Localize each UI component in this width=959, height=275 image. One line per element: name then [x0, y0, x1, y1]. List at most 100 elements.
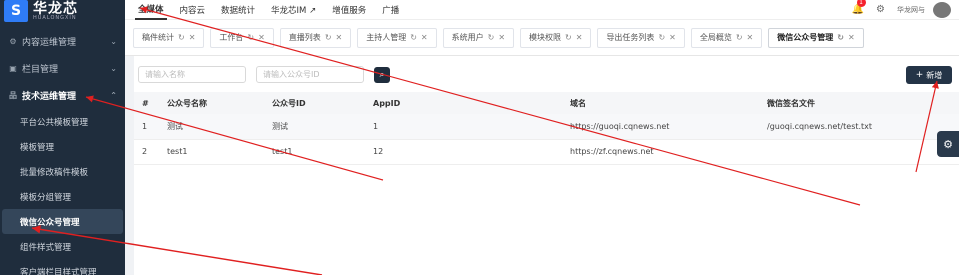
add-button-label: 新增	[926, 70, 943, 80]
brand-logo[interactable]: S 华龙芯 HUALONGXIN	[0, 0, 125, 22]
sidebar-item-template-group[interactable]: 模板分组管理	[0, 184, 125, 209]
top-nav: 全媒体 内容云 数据统计 华龙芯IM ↗ 增值服务 广播 🔔 1 ⚙ 华龙网与	[125, 0, 959, 20]
sidebar-item-template[interactable]: 模板管理	[0, 134, 125, 159]
col-account-name: 公众号名称	[159, 92, 264, 114]
nav-im[interactable]: 华龙芯IM ↗	[268, 0, 319, 20]
tab-manuscript-stats[interactable]: 稿件统计 ↻ ✕	[133, 27, 205, 48]
nav-value-added[interactable]: 增值服务	[329, 0, 369, 20]
sidebar-item-platform-template[interactable]: 平台公共模板管理	[0, 109, 125, 134]
sidebar-menu-label: 内容运维管理	[22, 38, 77, 48]
tab-workbench[interactable]: 工作台 ↻ ✕	[210, 27, 274, 48]
sidebar: S 华龙芯 HUALONGXIN ⚙ 内容运维管理 ⌄ ▣ 栏目管理 ⌄ 品 技…	[0, 0, 125, 275]
close-icon[interactable]: ✕	[336, 33, 343, 42]
table-row[interactable]: 1 测试 测试 1 https://guoqi.cqnews.net /guoq…	[134, 114, 959, 140]
nav-broadcast[interactable]: 广播	[379, 0, 402, 20]
grid-icon: ▣	[9, 64, 17, 73]
tab-module-permissions[interactable]: 模块权限 ↻ ✕	[520, 27, 592, 48]
tree-icon: 品	[9, 91, 17, 100]
tab-label: 稿件统计	[142, 33, 174, 42]
refresh-icon[interactable]: ↻	[178, 33, 185, 42]
refresh-icon[interactable]: ↻	[325, 33, 332, 42]
close-icon[interactable]: ✕	[747, 33, 754, 42]
sidebar-menu-label: 技术运维管理	[22, 92, 77, 102]
brand-name: 华龙芯	[33, 0, 78, 17]
search-row: ⌕	[138, 66, 390, 83]
user-name[interactable]: 华龙网与	[897, 5, 925, 15]
id-search-input[interactable]	[256, 66, 364, 83]
table-header-row: # 公众号名称 公众号ID AppID 域名 微信签名文件	[134, 92, 959, 114]
sidebar-menu-columns[interactable]: ▣ 栏目管理 ⌄	[0, 55, 125, 82]
cell-appid: 12	[365, 139, 562, 165]
plus-icon: +	[915, 70, 924, 80]
tab-bar: 稿件统计 ↻ ✕ 工作台 ↻ ✕ 直播列表 ↻ ✕ 主持人管理 ↻ ✕ 系统用户 ↻ ✕ 模块权限 ↻…	[125, 20, 959, 56]
add-button[interactable]: + 新增	[906, 66, 952, 84]
refresh-icon[interactable]: ↻	[658, 33, 665, 42]
refresh-icon[interactable]: ↻	[837, 33, 844, 42]
close-icon[interactable]: ✕	[189, 33, 196, 42]
tab-label: 微信公众号管理	[777, 33, 834, 42]
nav-content-cloud[interactable]: 内容云	[177, 0, 209, 20]
logo-icon: S	[4, 0, 28, 22]
tab-label: 工作台	[219, 33, 244, 42]
avatar[interactable]	[933, 1, 951, 18]
tab-label: 全局概览	[699, 33, 732, 42]
sidebar-menu-label: 栏目管理	[22, 65, 59, 75]
sidebar-item-wechat[interactable]: 微信公众号管理	[2, 209, 123, 234]
search-icon: ⌕	[379, 69, 385, 80]
main-content: ⌕ +新增 # 公众号名称 公众号ID AppID 域名 微信签名文件 1 测试…	[134, 56, 959, 275]
chevron-down-icon: ⌄	[110, 37, 117, 46]
close-icon[interactable]: ✕	[421, 33, 428, 42]
close-icon[interactable]: ✕	[576, 33, 583, 42]
tab-live-list[interactable]: 直播列表 ↻ ✕	[279, 27, 352, 48]
settings-icon[interactable]: ⚙	[876, 4, 885, 15]
tab-label: 模块权限	[529, 33, 562, 42]
cell-account-name: test1	[159, 139, 264, 165]
refresh-icon[interactable]: ↻	[488, 33, 495, 42]
sidebar-menu-content-ops[interactable]: ⚙ 内容运维管理 ⌄	[0, 28, 125, 55]
col-appid: AppID	[365, 92, 562, 114]
sidebar-item-batch-edit[interactable]: 批量修改稿件模板	[0, 159, 125, 184]
sidebar-item-client-column-style[interactable]: 客户端栏目样式管理	[0, 259, 125, 275]
close-icon[interactable]: ✕	[669, 33, 676, 42]
chevron-down-icon: ⌄	[110, 64, 117, 73]
floating-settings-icon[interactable]: ⚙	[937, 131, 959, 157]
col-domain: 域名	[562, 92, 759, 114]
search-button[interactable]: ⌕	[374, 66, 390, 83]
brand-name-en: HUALONGXIN	[33, 14, 77, 21]
table-row[interactable]: 2 test1 test1 12 https://zf.cqnews.net	[134, 139, 959, 165]
close-icon[interactable]: ✕	[848, 33, 855, 42]
chevron-up-icon: ⌃	[110, 91, 117, 100]
nav-all-media[interactable]: 全媒体	[135, 0, 167, 20]
tab-system-users[interactable]: 系统用户 ↻ ✕	[442, 27, 515, 48]
refresh-icon[interactable]: ↻	[247, 33, 254, 42]
tab-host-management[interactable]: 主持人管理 ↻ ✕	[357, 27, 437, 48]
cell-domain: https://zf.cqnews.net	[562, 139, 759, 165]
col-account-id: 公众号ID	[264, 92, 365, 114]
close-icon[interactable]: ✕	[498, 33, 505, 42]
sidebar-item-component-style[interactable]: 组件样式管理	[0, 234, 125, 259]
tab-global-overview[interactable]: 全局概览 ↻ ✕	[690, 27, 763, 48]
name-search-input[interactable]	[138, 66, 246, 83]
tab-label: 直播列表	[288, 33, 321, 42]
cell-signature-file: /guoqi.cqnews.net/test.txt	[759, 114, 959, 140]
sidebar-menu-tech-ops[interactable]: 品 技术运维管理 ⌃	[0, 82, 125, 109]
cell-index: 2	[134, 139, 159, 165]
tab-export-tasks[interactable]: 导出任务列表 ↻ ✕	[597, 27, 685, 48]
nav-data-stats[interactable]: 数据统计	[218, 0, 258, 20]
tab-label: 导出任务列表	[606, 33, 655, 42]
refresh-icon[interactable]: ↻	[565, 33, 572, 42]
tab-label: 系统用户	[451, 33, 484, 42]
refresh-icon[interactable]: ↻	[410, 33, 417, 42]
cell-account-id: test1	[264, 139, 365, 165]
cell-signature-file	[759, 139, 959, 165]
col-signature-file: 微信签名文件	[759, 92, 959, 114]
bell-icon[interactable]: 🔔 1	[852, 0, 866, 15]
close-icon[interactable]: ✕	[258, 33, 265, 42]
tab-wechat-management[interactable]: 微信公众号管理 ↻ ✕	[768, 27, 864, 48]
refresh-icon[interactable]: ↻	[736, 33, 743, 42]
gear-icon: ⚙	[9, 37, 17, 46]
cell-domain: https://guoqi.cqnews.net	[562, 114, 759, 140]
cell-account-name: 测试	[159, 114, 264, 140]
cell-account-id: 测试	[264, 114, 365, 140]
notification-badge: 1	[856, 0, 866, 7]
